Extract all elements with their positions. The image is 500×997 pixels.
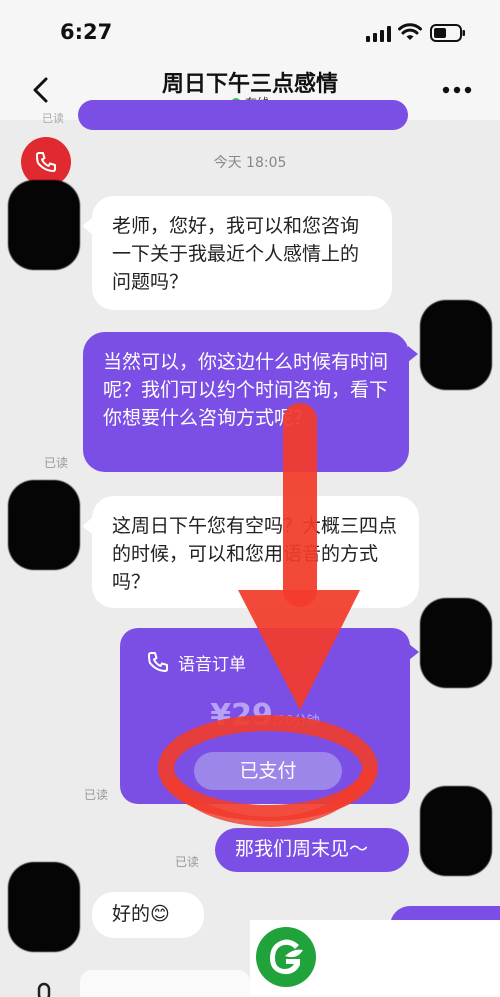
bubble-tail — [408, 346, 418, 362]
time-divider: 今天 18:05 — [213, 155, 287, 171]
avatar[interactable] — [420, 598, 492, 688]
read-mark: 已读 — [42, 112, 64, 125]
read-mark: 已读 — [44, 456, 69, 470]
signal-icon — [366, 26, 391, 42]
phone-icon — [148, 652, 168, 672]
more-icon[interactable] — [442, 86, 472, 94]
logo-icon — [256, 927, 316, 987]
bubble-tail — [82, 518, 92, 534]
previous-message-bubble — [78, 100, 408, 130]
screen: 6:27 周日下午三点感情 在线 — [0, 0, 500, 997]
paid-button[interactable]: 已支付 — [194, 752, 342, 790]
message-bubble[interactable]: 这周日下午您有空吗？大概三四点的时候，可以和您用语音的方式吗？ — [92, 496, 419, 608]
order-price-unit: /20分钟 — [272, 714, 320, 729]
status-bar: 6:27 — [0, 0, 500, 62]
order-price: ¥29/20分钟 — [120, 698, 410, 733]
wifi-icon — [398, 23, 422, 40]
bubble-tail — [82, 218, 92, 234]
chat-area[interactable]: 已读 今天 18:05 老师，您好，我可以和您咨询一下关于我最近个人感情上的问题… — [0, 100, 500, 997]
message-bubble[interactable]: 老师，您好，我可以和您咨询一下关于我最近个人感情上的问题吗？ — [92, 196, 392, 310]
message-input[interactable] — [80, 970, 250, 997]
avatar[interactable] — [420, 786, 492, 876]
watermark-panel — [250, 920, 500, 997]
avatar[interactable] — [8, 180, 80, 270]
message-bubble[interactable]: 当然可以，你这边什么时候有时间呢？我们可以约个时间咨询，看下你想要什么咨询方式呢… — [83, 332, 409, 472]
message-bubble[interactable]: 那我们周末见～ — [215, 828, 409, 872]
read-mark: 已读 — [84, 788, 109, 802]
order-title: 语音订单 — [178, 655, 246, 675]
avatar[interactable] — [8, 480, 80, 570]
mic-icon[interactable] — [30, 980, 58, 997]
battery-icon — [430, 24, 465, 42]
avatar[interactable] — [420, 300, 492, 390]
status-time: 6:27 — [60, 20, 113, 44]
message-bubble[interactable]: 好的😊 — [92, 892, 204, 938]
bubble-tail — [409, 644, 419, 660]
order-price-amount: ¥29 — [210, 698, 273, 733]
read-mark: 已读 — [175, 855, 200, 869]
voice-order-card[interactable]: 语音订单 ¥29/20分钟 已支付 — [120, 628, 410, 804]
avatar[interactable] — [8, 862, 80, 952]
